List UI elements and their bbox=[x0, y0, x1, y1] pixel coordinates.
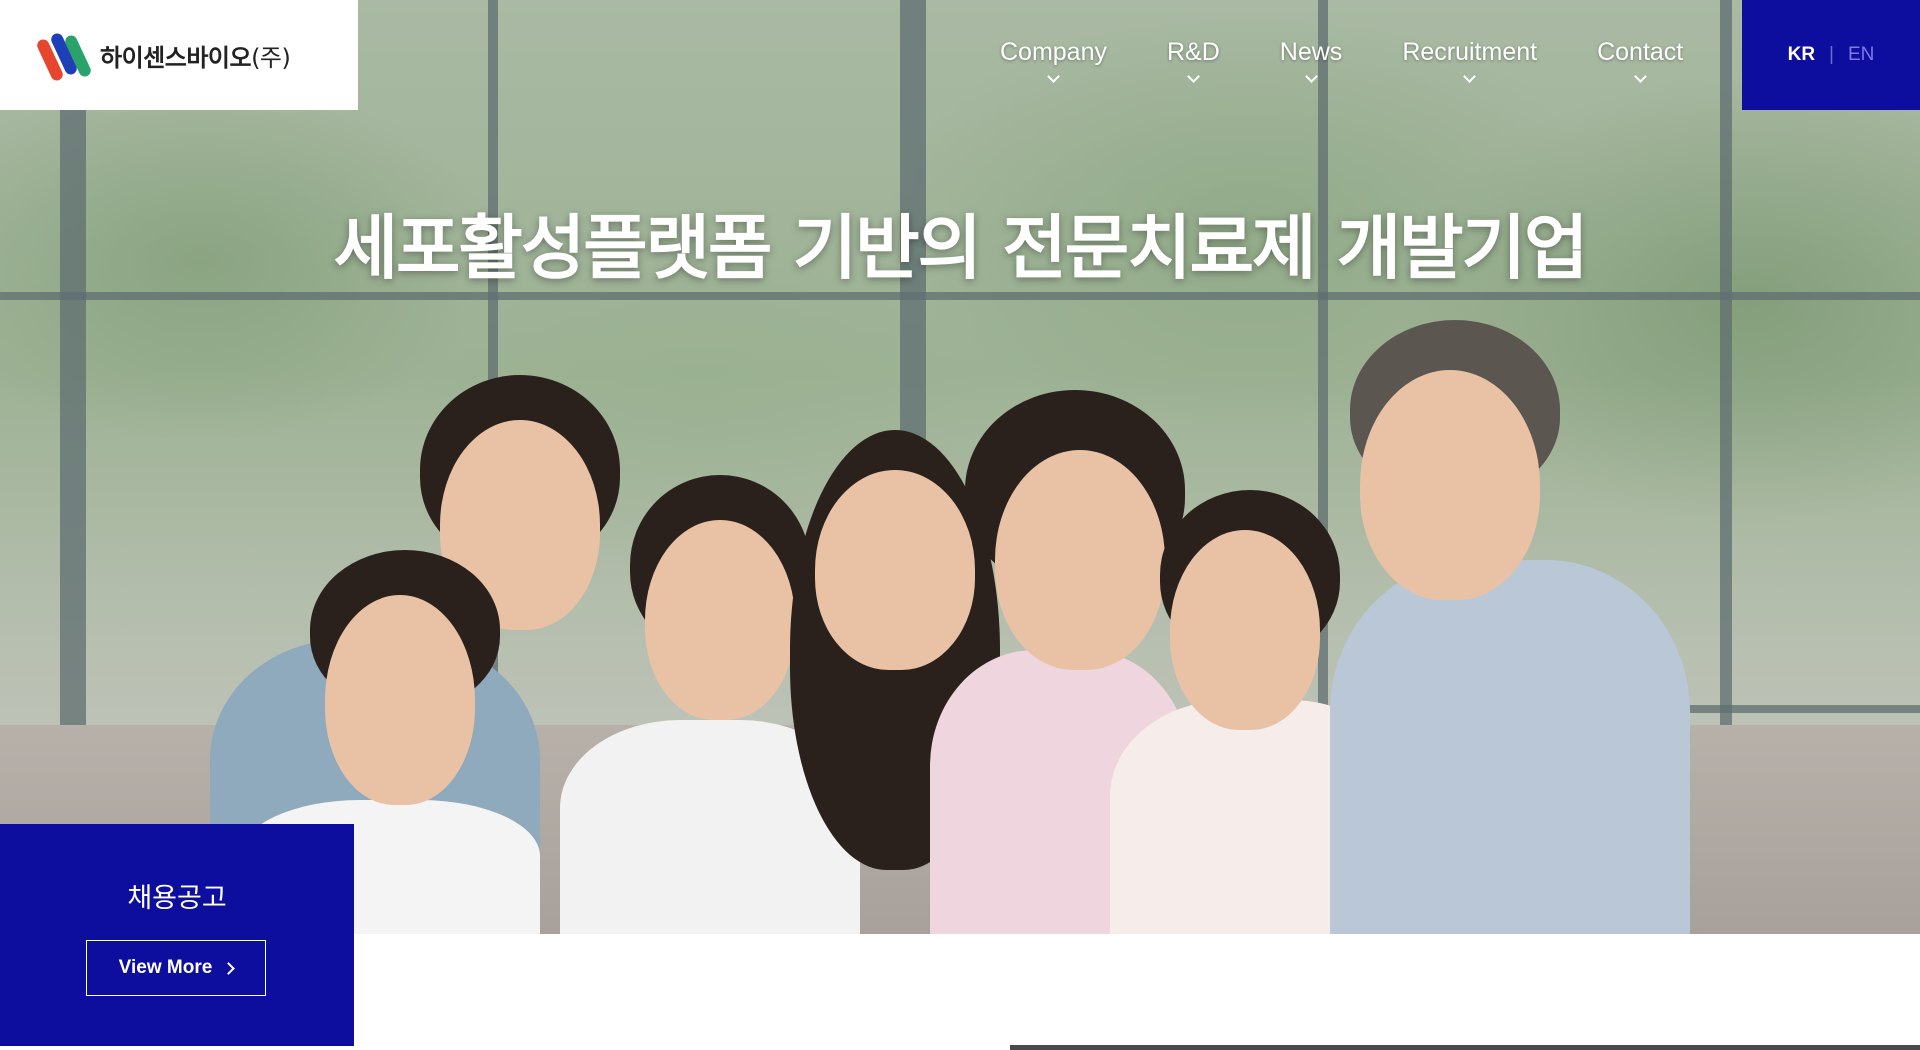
nav-item-label: Contact bbox=[1597, 38, 1684, 66]
chevron-down-icon bbox=[1633, 70, 1647, 83]
recruitment-title: 채용공고 bbox=[127, 883, 227, 914]
logo-mark-icon bbox=[35, 30, 93, 83]
lang-kr-link[interactable]: KR bbox=[1788, 44, 1815, 66]
chevron-down-icon bbox=[1463, 70, 1477, 83]
page: 세포활성플랫폼 기반의 전문치료제 개발기업 하이센스바이오(주) Compan… bbox=[0, 0, 1920, 1050]
nav-item-label: Recruitment bbox=[1402, 38, 1538, 66]
nav-item-label: News bbox=[1279, 38, 1343, 66]
logo[interactable]: 하이센스바이오(주) bbox=[0, 0, 358, 110]
nav-item-rnd[interactable]: R&D bbox=[1167, 38, 1220, 83]
chevron-down-icon bbox=[1304, 70, 1318, 83]
person-face bbox=[325, 595, 475, 805]
window-frame bbox=[60, 0, 86, 740]
window-frame bbox=[0, 292, 1920, 300]
logo-text: 하이센스바이오(주) bbox=[100, 38, 291, 73]
hero-title: 세포활성플랫폼 기반의 전문치료제 개발기업 bbox=[333, 207, 1589, 289]
chevron-right-icon bbox=[222, 961, 236, 975]
person-face bbox=[1360, 370, 1540, 600]
nav-item-contact[interactable]: Contact bbox=[1597, 38, 1684, 83]
view-more-button[interactable]: View More bbox=[86, 940, 266, 996]
nav-item-label: R&D bbox=[1167, 38, 1220, 66]
logo-name: 하이센스바이오 bbox=[100, 43, 252, 72]
view-more-label: View More bbox=[118, 957, 213, 978]
nav-item-recruitment[interactable]: Recruitment bbox=[1402, 38, 1538, 83]
person-face bbox=[815, 470, 975, 670]
chevron-down-icon bbox=[1187, 70, 1200, 83]
language-switcher: KR | EN bbox=[1742, 0, 1920, 110]
nav-item-news[interactable]: News bbox=[1279, 38, 1343, 83]
lang-en-link[interactable]: EN bbox=[1848, 44, 1874, 66]
lang-separator: | bbox=[1829, 44, 1834, 65]
person-shirt bbox=[1330, 560, 1690, 934]
chevron-down-icon bbox=[1047, 70, 1060, 83]
recruitment-panel: 채용공고 View More bbox=[0, 824, 354, 1046]
nav-item-company[interactable]: Company bbox=[1000, 38, 1107, 83]
person-face bbox=[995, 450, 1165, 670]
logo-suffix: (주) bbox=[251, 43, 291, 72]
person-face bbox=[645, 520, 795, 720]
window-frame bbox=[1720, 0, 1732, 740]
section-divider bbox=[1010, 1045, 1920, 1050]
nav-item-label: Company bbox=[1000, 38, 1107, 66]
person-face bbox=[1170, 530, 1320, 730]
hero-background-image bbox=[0, 0, 1920, 934]
main-nav: Company R&D News Recruitment Contact bbox=[1000, 38, 1684, 83]
